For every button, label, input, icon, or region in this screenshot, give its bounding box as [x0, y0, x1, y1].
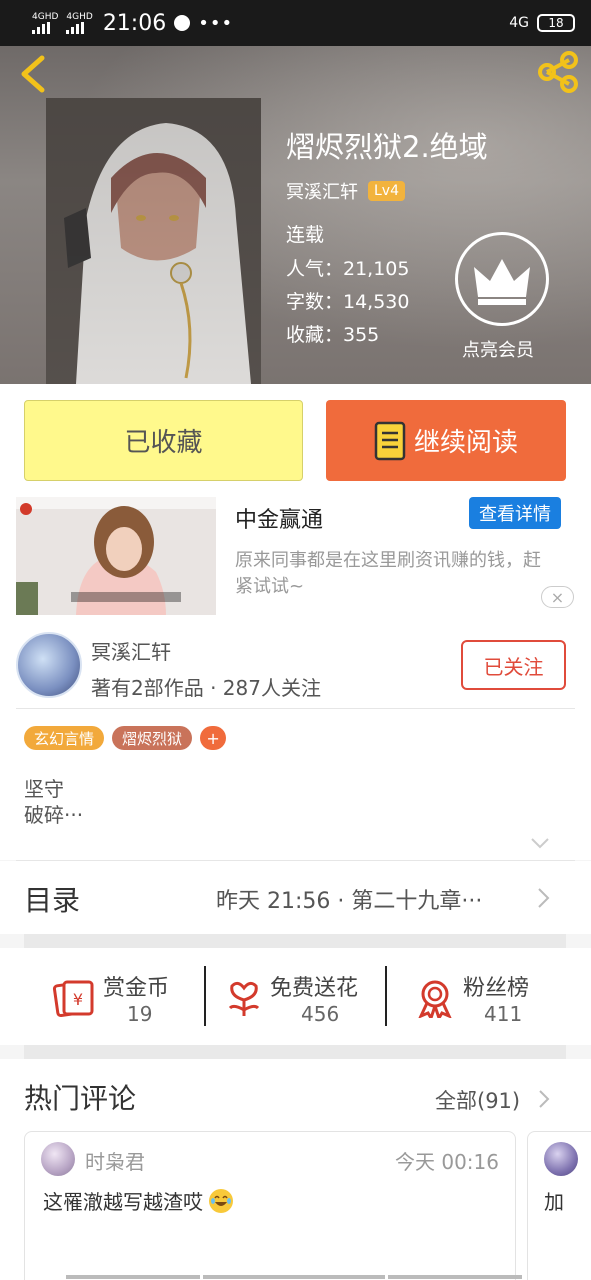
network-indicator-1: 4GHD [32, 11, 59, 34]
clock: 21:06 [102, 10, 167, 36]
author-section: 冥溪汇轩 著有2部作品 · 287人关注 已关注 玄幻言情 熠烬烈狱 + 坚守 … [0, 620, 591, 861]
continue-reading-button[interactable]: 继续阅读 [326, 400, 566, 481]
reward-fans-value: 411 [484, 1002, 523, 1026]
author-avatar[interactable] [16, 632, 82, 698]
flower-icon [228, 981, 260, 1016]
battery-icon: 18 [537, 14, 575, 32]
vip-button[interactable] [455, 232, 549, 326]
carousel-indicator [203, 1275, 385, 1279]
ad-banner[interactable]: 中金赢通 查看详情 原来同事都是在这里刷资讯赚的钱，赶紧试试~ × [0, 494, 591, 620]
reward-fans-label: 粉丝榜 [463, 976, 530, 1001]
red-envelope-icon: ¥ [52, 980, 94, 1018]
book-header: 熠烬烈狱2.绝域 冥溪汇轩 Lv4 连载 人气：21,105 字数：14,530… [0, 46, 591, 384]
ad-close-icon[interactable]: × [541, 586, 574, 608]
ad-image[interactable] [16, 497, 216, 615]
network-indicator-2: 4GHD [66, 11, 93, 34]
comment-card[interactable]: 加 [527, 1131, 591, 1280]
reward-coins-label: 赏金币 [103, 976, 170, 1001]
tag-genre[interactable]: 玄幻言情 [24, 726, 105, 750]
section-separator [24, 934, 566, 948]
book-word-count: 字数：14,530 [286, 291, 410, 313]
reward-flowers-label: 免费送花 [270, 976, 359, 1001]
intro-line: 坚守 [24, 777, 64, 801]
laughing-emoji-icon [211, 1195, 232, 1206]
battery-level: 18 [548, 16, 564, 30]
following-button[interactable]: 已关注 [461, 640, 566, 690]
book-intro[interactable]: 坚守 破碎··· [24, 776, 83, 828]
ad-close-glyph: × [550, 587, 565, 607]
book-cover[interactable] [46, 98, 261, 384]
signal-icon [66, 21, 85, 34]
favorited-button[interactable]: 已收藏 [24, 400, 303, 481]
chevron-down-icon[interactable] [530, 836, 550, 850]
ad-description[interactable]: 原来同事都是在这里刷资讯赚的钱，赶紧试试~ [235, 548, 545, 600]
rewards-row: ¥ 赏金币 19 免费送花 456 粉丝榜 411 [0, 948, 591, 1045]
back-arrow-icon[interactable] [16, 54, 52, 94]
book-icon [374, 421, 406, 460]
following-label: 已关注 [483, 654, 544, 679]
medal-icon [418, 980, 452, 1018]
svg-text:¥: ¥ [73, 990, 83, 1009]
comment-text-content: 这罹澈越写越渣哎 [43, 1190, 203, 1214]
ad-details-label: 查看详情 [479, 504, 551, 525]
reward-flowers-value: 456 [301, 1002, 340, 1026]
signal-icon [32, 21, 50, 34]
emoji-icon [209, 1189, 234, 1213]
cover-illustration [46, 98, 261, 384]
reward-coins-value: 19 [127, 1002, 153, 1026]
section-separator [24, 1045, 566, 1059]
continue-reading-label: 继续阅读 [413, 428, 518, 458]
network-1-label: 4GHD [32, 11, 59, 22]
favorited-label: 已收藏 [124, 428, 203, 458]
book-status: 连载 [286, 224, 325, 246]
comment-text: 加 [544, 1190, 564, 1214]
book-favorites: 收藏：355 [286, 324, 380, 346]
tag-list: 玄幻言情 熠烬烈狱 + [24, 726, 227, 750]
tag-series[interactable]: 熠烬烈狱 [112, 726, 193, 750]
vip-label: 点亮会员 [462, 340, 534, 361]
carousel-indicator [388, 1275, 522, 1279]
commenter-avatar[interactable] [544, 1142, 578, 1176]
chevron-right-icon[interactable] [538, 1089, 550, 1109]
author-level-badge: Lv4 [368, 181, 405, 201]
reward-fans-ranking[interactable]: 粉丝榜 411 [387, 948, 591, 1045]
reward-coins[interactable]: ¥ 赏金币 19 [0, 948, 205, 1045]
share-icon[interactable] [535, 50, 581, 94]
author-works-summary: 著有2部作品 · 287人关注 [91, 676, 321, 700]
network-2-label: 4GHD [66, 11, 93, 22]
intro-line: 破碎··· [24, 803, 84, 827]
toc-label: 目录 [24, 884, 81, 917]
chevron-right-icon [538, 888, 550, 908]
notification-icon [174, 15, 191, 31]
book-author-name[interactable]: 冥溪汇轩 [286, 178, 358, 204]
hot-comments-section: 热门评论 全部(91) 时枭君 今天 00:16 这罹澈越写越渣哎 加 [0, 1059, 591, 1280]
status-bar: 4GHD 4GHD 21:06 ••• 4G 18 [0, 0, 591, 46]
crown-icon [474, 259, 530, 305]
network-right-label: 4G [509, 15, 529, 31]
ad-details-button[interactable]: 查看详情 [469, 497, 561, 529]
commenter-avatar[interactable] [41, 1142, 75, 1176]
latest-chapter: 昨天 21:56 · 第二十九章··· [216, 889, 483, 914]
more-notifications-icon: ••• [198, 12, 234, 34]
comment-text: 这罹澈越写越渣哎 [43, 1186, 234, 1215]
ad-photo [16, 497, 216, 615]
table-of-contents-row[interactable]: 目录 昨天 21:56 · 第二十九章··· [0, 861, 591, 934]
action-bar: 已收藏 继续阅读 [0, 384, 591, 494]
book-author-row[interactable]: 冥溪汇轩 Lv4 [286, 178, 405, 204]
comment-time: 今天 00:16 [395, 1150, 499, 1174]
author-card-name[interactable]: 冥溪汇轩 [91, 636, 171, 665]
reward-flowers[interactable]: 免费送花 456 [206, 948, 386, 1045]
comments-header: 热门评论 [24, 1082, 137, 1115]
comment-card[interactable]: 时枭君 今天 00:16 这罹澈越写越渣哎 [24, 1131, 516, 1280]
book-popularity: 人气：21,105 [286, 258, 410, 280]
add-tag-button[interactable]: + [200, 726, 227, 750]
commenter-name[interactable]: 时枭君 [85, 1146, 145, 1175]
carousel-indicator [66, 1275, 200, 1279]
ad-title[interactable]: 中金赢通 [235, 502, 323, 534]
book-title: 熠烬烈狱2.绝域 [286, 130, 488, 164]
all-comments-link[interactable]: 全部(91) [435, 1085, 520, 1115]
divider [16, 708, 575, 709]
